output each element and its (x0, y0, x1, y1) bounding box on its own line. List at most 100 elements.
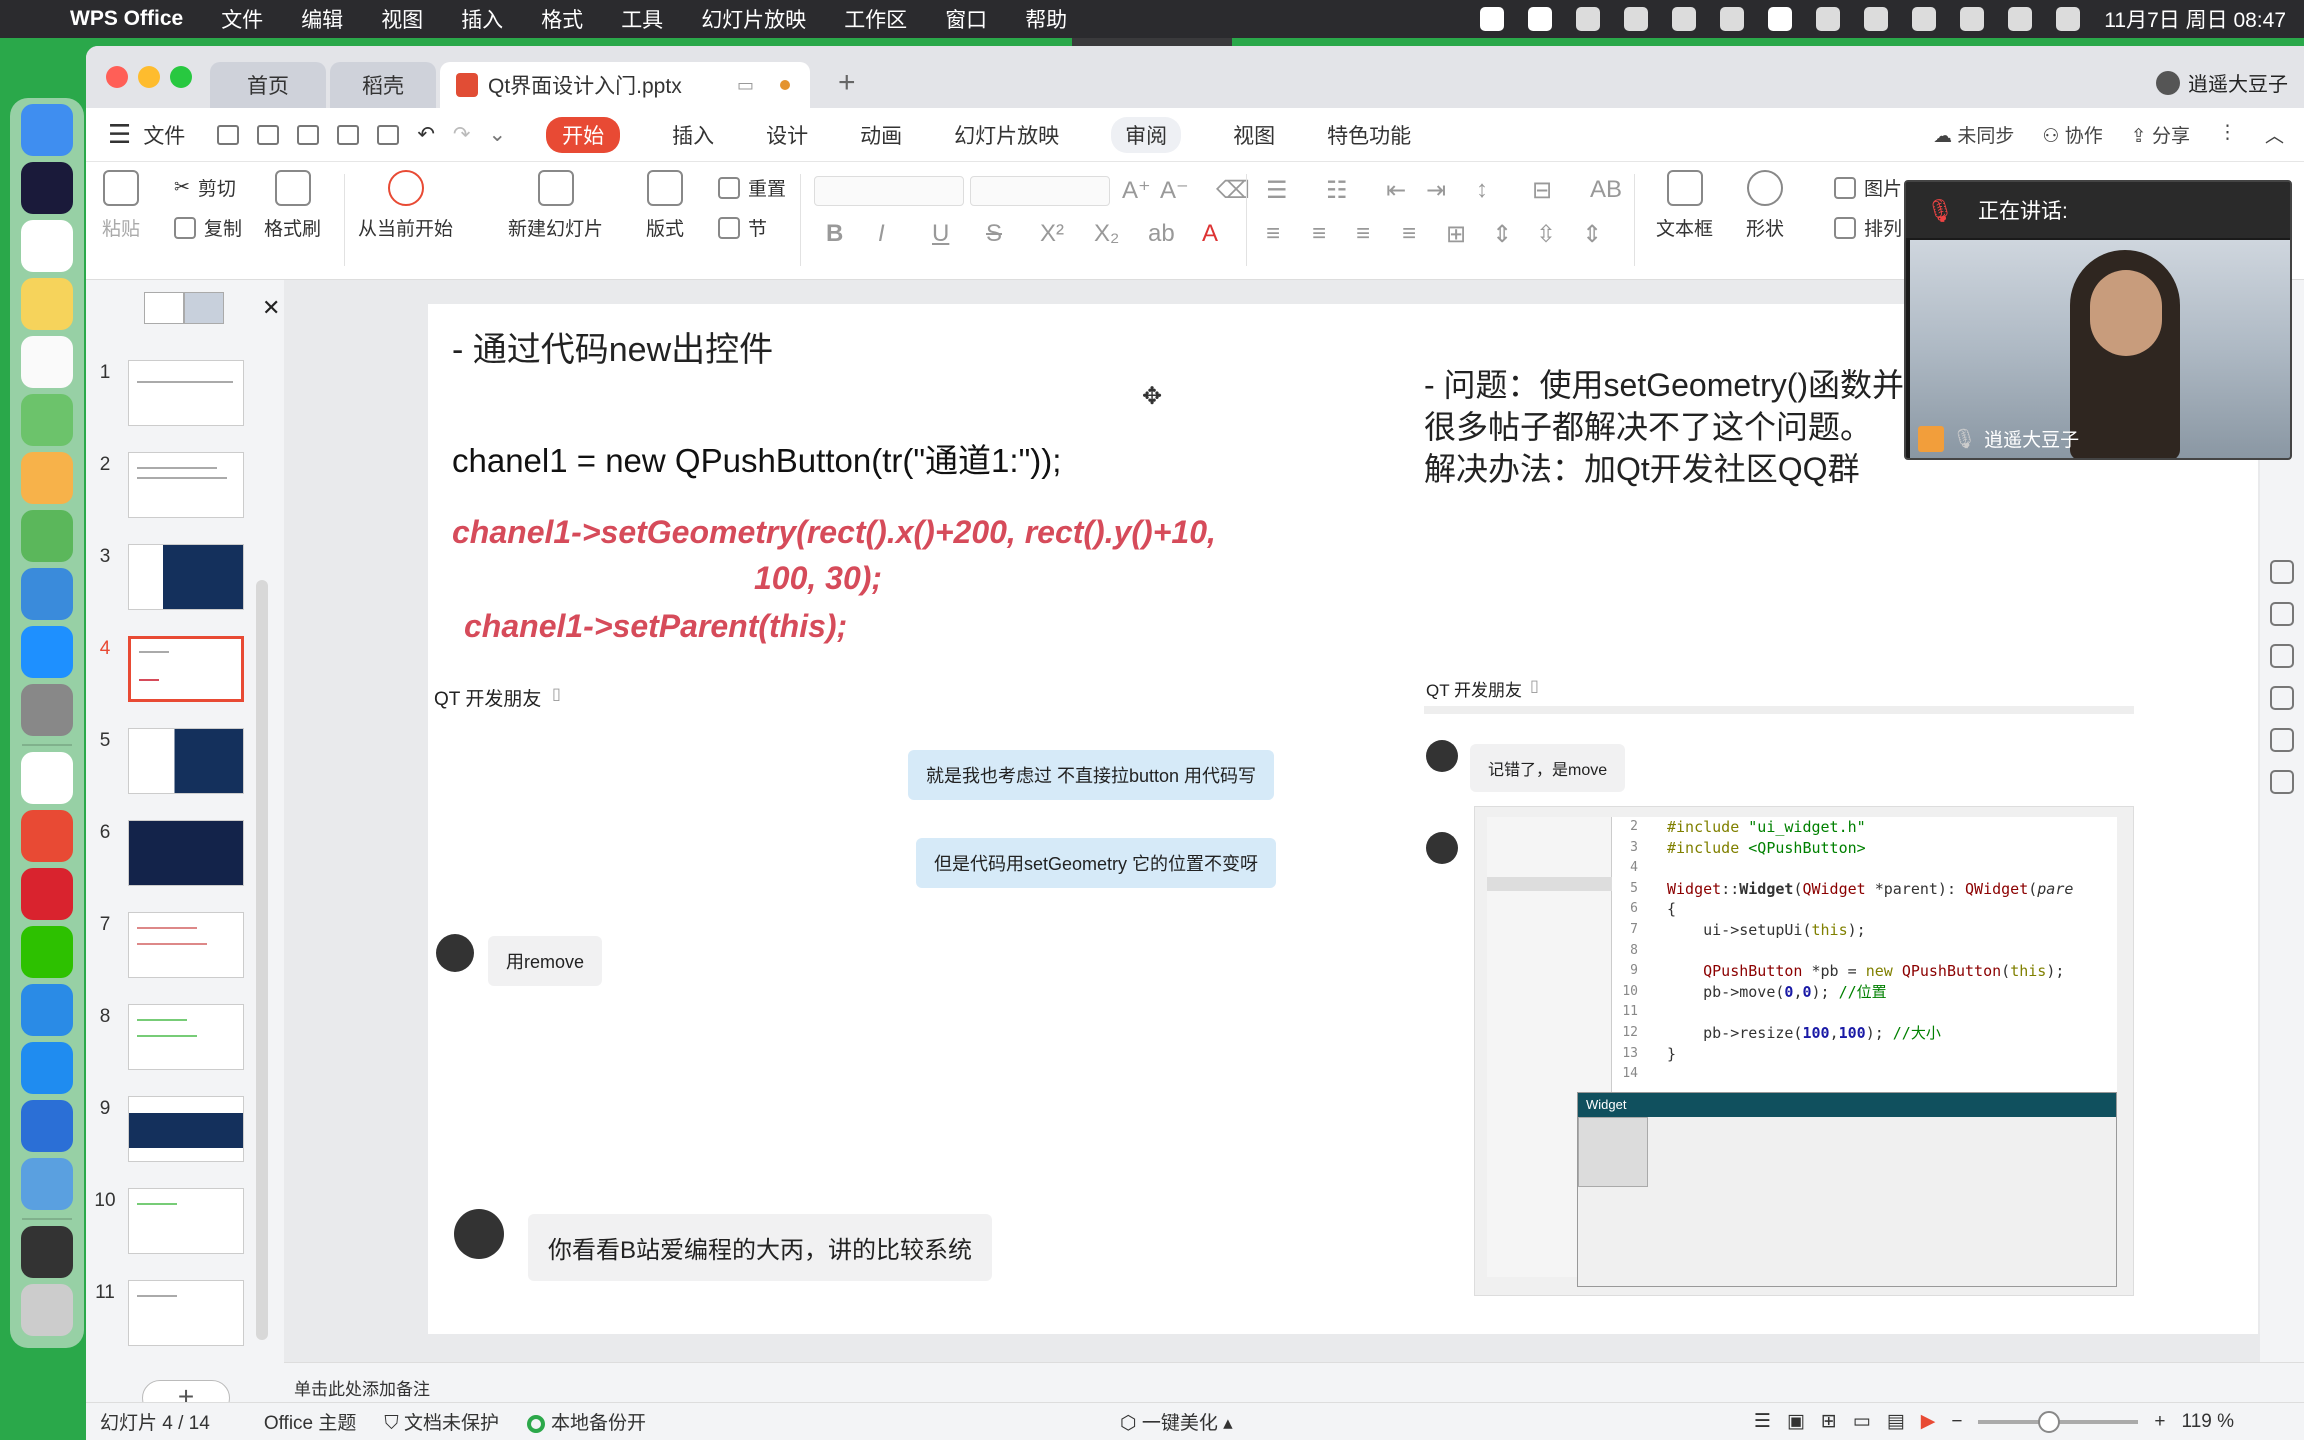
teamviewer-icon[interactable] (21, 1042, 73, 1094)
beautify-button[interactable]: ⬡ 一键美化 ▴ (1120, 1408, 1233, 1435)
menu-tools[interactable]: 工具 (621, 4, 663, 34)
trash-icon[interactable] (21, 1284, 73, 1336)
print-icon[interactable] (337, 124, 360, 145)
copy-button[interactable]: 复制 (174, 214, 242, 241)
align-right-icon[interactable]: ≡ (1356, 220, 1370, 248)
meeting-video-window[interactable]: 🎙 正在讲话: 🎙 逍遥大豆子 (1904, 180, 2292, 460)
stop-icon[interactable] (1480, 7, 1505, 31)
decrease-indent-icon[interactable]: ⇤ (1386, 176, 1406, 205)
slide-code-new[interactable]: chanel1 = new QPushButton(tr("通道1:")); (452, 434, 1061, 482)
new-slide-button[interactable]: 新建幻灯片 (508, 170, 603, 241)
slide-thumb-11[interactable] (128, 1280, 244, 1346)
netease-music-icon[interactable] (21, 868, 73, 920)
feishu-icon[interactable] (21, 984, 73, 1036)
align-text-icon[interactable]: ⊟ (1532, 176, 1552, 205)
zoom-in-icon[interactable]: + (2154, 1411, 2165, 1433)
numbering-icon[interactable]: ☷ (1326, 176, 1348, 205)
slide-sorter-icon[interactable]: ⊞ (1821, 1410, 1837, 1433)
slide-thumb-8[interactable] (128, 1004, 244, 1070)
slide-code-setgeometry-args[interactable]: 100, 30); (754, 560, 882, 597)
slide-thumb-5[interactable] (128, 728, 244, 794)
font-size-combo[interactable] (970, 176, 1110, 206)
arrange-button[interactable]: 排列 (1834, 214, 1902, 241)
undo-icon[interactable]: ↶ (417, 122, 435, 147)
reminders-icon[interactable] (21, 336, 73, 388)
align-left-icon[interactable]: ≡ (1266, 220, 1280, 248)
file-menu-button[interactable]: 文件 (143, 120, 185, 150)
presenter-icon[interactable]: ▤ (1887, 1410, 1905, 1433)
slide-heading[interactable]: - 通过代码new出控件 (452, 322, 773, 371)
menu-file[interactable]: 文件 (221, 4, 263, 34)
siri-app-icon[interactable] (21, 162, 73, 214)
zoom-level[interactable]: 119 % (2182, 1411, 2234, 1433)
shrink-font-icon[interactable]: A⁻ (1160, 176, 1189, 205)
notes-toggle-icon[interactable]: ☰ (1754, 1410, 1771, 1433)
tab-docer[interactable]: 稻壳 (330, 62, 436, 108)
cut-button[interactable]: ✂ 剪切 (174, 174, 236, 201)
play-slideshow-icon[interactable]: ▶ (1921, 1410, 1936, 1433)
grow-font-icon[interactable]: A⁺ (1122, 176, 1151, 205)
open-icon[interactable] (217, 124, 240, 145)
sidebar-cube-icon[interactable] (2270, 770, 2294, 794)
bullets-icon[interactable]: ☰ (1266, 176, 1288, 205)
sidebar-settings-icon[interactable] (2270, 686, 2294, 710)
wechat-icon[interactable] (21, 926, 73, 978)
minimize-window-icon[interactable] (138, 66, 160, 88)
menu-app-name[interactable]: WPS Office (70, 7, 183, 31)
sidebar-star-icon[interactable] (2270, 644, 2294, 668)
menu-workspace[interactable]: 工作区 (844, 4, 907, 34)
slide-code-setgeometry[interactable]: chanel1->setGeometry(rect().x()+200, rec… (452, 514, 1216, 551)
sidebar-history-icon[interactable] (2270, 728, 2294, 752)
slide-thumb-2[interactable] (128, 452, 244, 518)
format-painter-button[interactable]: 格式刷 (264, 170, 321, 241)
text-direction-icon[interactable]: ↕ (1476, 176, 1488, 204)
status-protect[interactable]: ⛉ 文档未保护 (384, 1408, 499, 1435)
new-tab-button[interactable]: + (838, 66, 856, 100)
slide-thumb-4[interactable] (128, 636, 244, 702)
tab-special[interactable]: 特色功能 (1327, 120, 1411, 150)
menu-window[interactable]: 窗口 (945, 4, 987, 34)
slide-thumb-3[interactable] (128, 544, 244, 610)
keynote-icon[interactable] (21, 568, 73, 620)
clear-format-icon[interactable]: ⌫ (1216, 176, 1250, 205)
downloads-stack-icon[interactable] (21, 1226, 73, 1278)
share-button[interactable]: ⇪ 分享 (2131, 121, 2190, 148)
outline-view-icon[interactable] (144, 292, 184, 324)
pages-icon[interactable] (21, 452, 73, 504)
quick-access-more-icon[interactable]: ⌄ (489, 122, 507, 147)
underline-icon[interactable]: U (932, 220, 949, 248)
menu-view[interactable]: 视图 (381, 4, 423, 34)
siri-icon[interactable] (2056, 7, 2081, 31)
search-icon[interactable] (1960, 7, 1985, 31)
superscript-icon[interactable]: X² (1040, 220, 1064, 248)
subscript-icon[interactable]: X₂ (1094, 220, 1119, 248)
input-method-icon[interactable] (1768, 7, 1793, 31)
link-icon[interactable] (1864, 7, 1889, 31)
reading-view-icon[interactable]: ▭ (1853, 1410, 1871, 1433)
maps-icon[interactable] (21, 394, 73, 446)
finder-icon[interactable] (21, 104, 73, 156)
chat-screenshot-right[interactable]: QT 开发朋友 ▯ 记错了，是move 2 3 4 5 6 7 8 9 10 11 12 13 14 #… (1424, 676, 2258, 1326)
cloud-icon[interactable] (1624, 7, 1649, 31)
slide-thumb-1[interactable] (128, 360, 244, 426)
zoom-slider-knob[interactable] (2038, 1410, 2061, 1433)
menu-slideshow[interactable]: 幻灯片放映 (701, 4, 806, 34)
normal-view-icon[interactable]: ▣ (1787, 1410, 1805, 1433)
textbox-button[interactable]: 文本框 (1656, 170, 1713, 241)
bold-icon[interactable]: B (826, 220, 843, 248)
quicktime-icon[interactable] (21, 1158, 73, 1210)
control-center-icon[interactable] (2008, 7, 2033, 31)
zoom-slider[interactable] (1978, 1410, 2139, 1433)
slide-thumb-9[interactable] (128, 1096, 244, 1162)
tab-pptx-file[interactable]: Qt界面设计入门.pptx ▭ (440, 62, 810, 108)
strikethrough-icon[interactable]: S (986, 220, 1002, 248)
font-color-icon[interactable]: A (1202, 220, 1218, 248)
play-from-current-button[interactable]: 从当前开始 (358, 170, 453, 241)
sidebar-format-icon[interactable] (2270, 560, 2294, 584)
sidebar-animation-icon[interactable] (2270, 602, 2294, 626)
pdf-icon[interactable] (297, 124, 320, 145)
tab-insert[interactable]: 插入 (672, 120, 714, 150)
redo-icon[interactable]: ↷ (453, 122, 471, 147)
menu-edit[interactable]: 编辑 (301, 4, 343, 34)
numbers-icon[interactable] (21, 510, 73, 562)
